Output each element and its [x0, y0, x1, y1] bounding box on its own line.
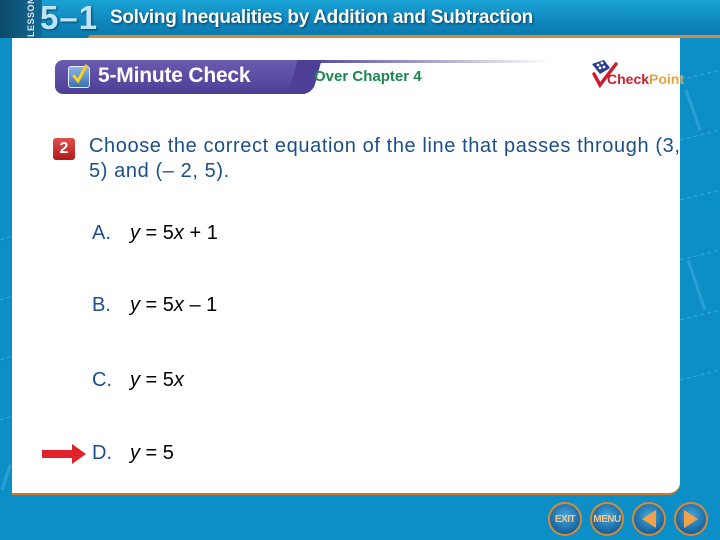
- menu-button[interactable]: MENU: [590, 502, 624, 536]
- next-button[interactable]: [674, 502, 708, 536]
- option-equation: y = 5x: [130, 369, 184, 391]
- exit-button[interactable]: EXIT: [548, 502, 582, 536]
- option-equation: y = 5x – 1: [130, 294, 218, 316]
- option-equation: y = 5x + 1: [130, 222, 218, 244]
- banner-subtitle: Over Chapter 4: [314, 68, 422, 85]
- answer-option-d[interactable]: D. y = 5: [92, 442, 174, 465]
- correct-answer-arrow-icon: [42, 444, 86, 464]
- lesson-header: LESSON 5–1 Solving Inequalities by Addit…: [0, 0, 720, 38]
- previous-button[interactable]: [632, 502, 666, 536]
- lesson-number: 5–1: [40, 0, 99, 36]
- triangle-right-icon: [684, 510, 698, 528]
- header-divider: [88, 35, 720, 38]
- question-number-badge: 2: [53, 138, 75, 160]
- checkbox-icon: [68, 64, 90, 88]
- option-letter: A.: [92, 222, 111, 244]
- question-text: Choose the correct equation of the line …: [89, 135, 681, 182]
- option-equation: y = 5: [130, 442, 174, 464]
- content-panel: [12, 38, 680, 495]
- answer-option-c[interactable]: C. y = 5x: [92, 369, 184, 392]
- answer-option-b[interactable]: B. y = 5x – 1: [92, 294, 217, 317]
- checkpoint-logo-text: CheckPoint: [607, 71, 685, 87]
- lesson-label: LESSON: [26, 0, 36, 37]
- option-letter: D.: [92, 442, 112, 464]
- answer-option-a[interactable]: A. y = 5x + 1: [92, 222, 218, 245]
- triangle-left-icon: [642, 510, 656, 528]
- banner-strip: [300, 60, 550, 63]
- option-letter: C.: [92, 369, 112, 391]
- banner-title: 5-Minute Check: [98, 64, 251, 87]
- lesson-title: Solving Inequalities by Addition and Sub…: [110, 7, 533, 28]
- option-letter: B.: [92, 294, 111, 316]
